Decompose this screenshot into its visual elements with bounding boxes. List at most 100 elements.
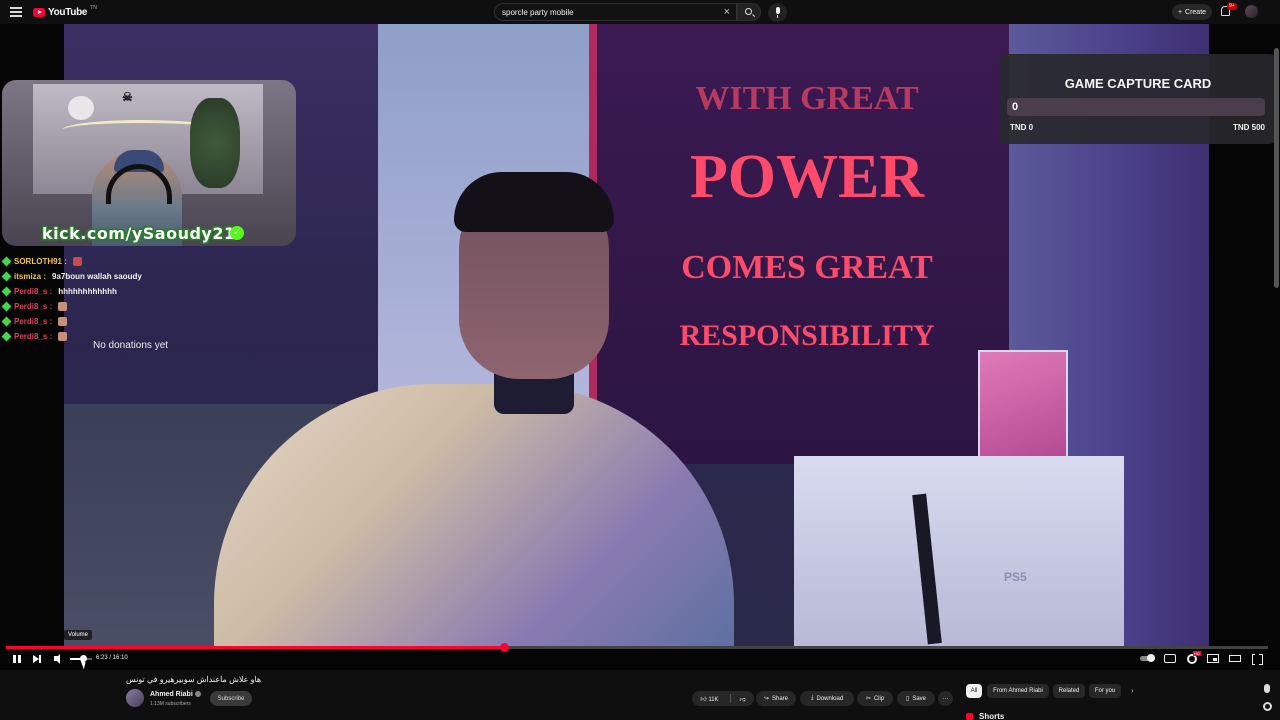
banner-line-3: COMES GREAT xyxy=(681,249,933,286)
chat-overlay: SORLOTH91 : itsmiza : 9a7boun wallah saoud… xyxy=(0,254,300,344)
youtube-logo[interactable]: YouTube TN xyxy=(33,5,97,18)
seek-bar-played xyxy=(6,646,505,649)
chat-username: Perdi8_s : xyxy=(14,332,53,341)
chevron-right-icon[interactable]: › xyxy=(1131,686,1134,695)
logo-region: TN xyxy=(90,5,97,11)
thumbs-down-icon: 👎︎ xyxy=(739,696,746,703)
chat-badge-icon xyxy=(1,286,12,297)
menu-icon[interactable] xyxy=(10,7,22,17)
subscribe-button[interactable]: Subscribe xyxy=(210,691,252,706)
chat-badge-icon xyxy=(1,316,12,327)
save-button[interactable]: ▯ Save xyxy=(897,691,935,706)
clip-button[interactable]: ✂ Clip xyxy=(857,691,893,706)
subscriber-count: 1.13M subscribers xyxy=(150,701,191,707)
share-button[interactable]: ↪ Share xyxy=(756,691,796,706)
next-video-icon[interactable] xyxy=(30,653,44,665)
volume-tooltip: Volume xyxy=(64,630,93,640)
page-scrollbar[interactable] xyxy=(1274,48,1279,288)
channel-name-row[interactable]: Ahmed Riabi xyxy=(150,691,201,698)
bookmark-icon: ▯ xyxy=(906,696,910,702)
chat-message: Perdi8_s : xyxy=(0,314,300,329)
voice-search-button[interactable] xyxy=(768,3,787,22)
console-logo: PS5 xyxy=(1004,570,1027,584)
like-button[interactable]: 👍︎ 11K xyxy=(700,695,718,703)
club-logo-icon xyxy=(68,96,94,120)
chip-from-channel[interactable]: From Ahmed Riabi xyxy=(987,684,1049,698)
like-dislike-group: 👍︎ 11K 👎︎ xyxy=(692,691,754,706)
mic-icon[interactable] xyxy=(1264,684,1270,693)
chat-emote-icon xyxy=(58,332,68,341)
chip-all[interactable]: All xyxy=(966,684,982,698)
verified-badge-icon xyxy=(194,691,201,698)
subtitles-icon[interactable] xyxy=(1164,654,1176,663)
punisher-flag-icon: ☠ xyxy=(122,90,134,104)
scissors-icon: ✂ xyxy=(865,696,871,702)
goal-min-label: TND 0 xyxy=(1010,123,1034,132)
kick-url: kick.com/ySaoudy21 xyxy=(42,224,236,243)
chat-badge-icon xyxy=(1,271,12,282)
chip-related[interactable]: Related xyxy=(1053,684,1085,698)
fullscreen-icon[interactable] xyxy=(1251,652,1263,665)
goal-max-label: TND 500 xyxy=(1232,123,1265,132)
save-label: Save xyxy=(912,695,926,702)
search-button[interactable] xyxy=(737,3,761,21)
banner-line-4: RESPONSIBILITY xyxy=(679,319,935,352)
chat-badge-icon xyxy=(1,256,12,267)
chat-text: 9a7boun wallah saoudy xyxy=(52,272,142,281)
dislike-button[interactable]: 👎︎ xyxy=(740,695,746,703)
search-icon xyxy=(745,8,752,15)
scene-person-hair xyxy=(454,172,614,232)
scene-banner: WITH GREAT POWER COMES GREAT RESPONSIBIL… xyxy=(589,24,1009,464)
chat-emote-icon xyxy=(58,302,68,311)
chat-username: Perdi8_s : xyxy=(14,287,53,296)
clear-search-icon[interactable]: × xyxy=(724,6,730,18)
volume-icon[interactable] xyxy=(52,653,66,665)
chat-text: hhhhhhhhhhhh xyxy=(58,287,117,296)
time-display: 6:23 / 16:10 xyxy=(96,655,128,661)
banner-line-2: POWER xyxy=(689,143,925,211)
chat-message: SORLOTH91 : xyxy=(0,254,300,269)
video-details: هاو علاش ماعنداش سوبيرهيرو في تونس Ahmed… xyxy=(0,670,1280,720)
theater-mode-icon[interactable] xyxy=(1229,655,1241,662)
donations-status: No donations yet xyxy=(93,340,169,351)
download-icon: ⤓ xyxy=(810,695,814,701)
channel-name[interactable]: Ahmed Riabi xyxy=(150,691,193,698)
account-avatar[interactable] xyxy=(1245,5,1258,18)
plus-icon: + xyxy=(1177,8,1183,16)
search-input[interactable]: sporcle party mobile × xyxy=(494,3,737,21)
channel-avatar[interactable] xyxy=(126,689,144,707)
goal-progress-bar xyxy=(1007,98,1265,116)
shorts-icon xyxy=(966,713,973,720)
hd-badge: HD xyxy=(1193,651,1201,656)
donation-goal-widget: GAME CAPTURE CARD 0 TND 0 TND 500 xyxy=(999,54,1277,144)
chip-for-you[interactable]: For you xyxy=(1089,684,1121,698)
search-value: sporcle party mobile xyxy=(502,8,574,17)
like-count: 11K xyxy=(708,696,719,703)
scene-console-box xyxy=(794,456,1124,646)
chat-message: itsmiza : 9a7boun wallah saoudy xyxy=(0,269,300,284)
seek-bar[interactable] xyxy=(6,643,1268,652)
shorts-heading: Shorts xyxy=(979,712,1005,720)
scene-game-box xyxy=(978,350,1068,458)
download-label: Download xyxy=(816,695,844,702)
chat-username: Perdi8_s : xyxy=(14,302,53,311)
autoplay-toggle-icon[interactable] xyxy=(1140,653,1155,664)
thumbs-up-icon: 👍︎ xyxy=(700,696,707,703)
sidebar-settings-icon[interactable] xyxy=(1263,702,1272,711)
download-button[interactable]: ⤓ Download xyxy=(800,691,854,706)
share-icon: ↪ xyxy=(763,696,769,702)
create-label: Create xyxy=(1185,8,1207,16)
chat-badge-icon xyxy=(1,331,12,342)
chat-username: Perdi8_s : xyxy=(14,317,53,326)
goal-title: GAME CAPTURE CARD xyxy=(1064,76,1212,91)
more-actions-button[interactable]: ··· xyxy=(938,691,953,706)
streamer-webcam: ☠ kick.com/ySaoudy21 ✓ xyxy=(2,80,296,246)
banner-line-1: WITH GREAT xyxy=(695,80,919,117)
miniplayer-icon[interactable] xyxy=(1207,654,1219,663)
chat-username: itsmiza : xyxy=(14,272,47,281)
video-player[interactable]: WITH GREAT POWER COMES GREAT RESPONSIBIL… xyxy=(0,24,1280,670)
pause-icon[interactable] xyxy=(10,653,24,665)
plant-icon xyxy=(190,98,240,188)
chat-badge-icon xyxy=(1,301,12,312)
create-button[interactable]: + Create xyxy=(1172,4,1212,20)
